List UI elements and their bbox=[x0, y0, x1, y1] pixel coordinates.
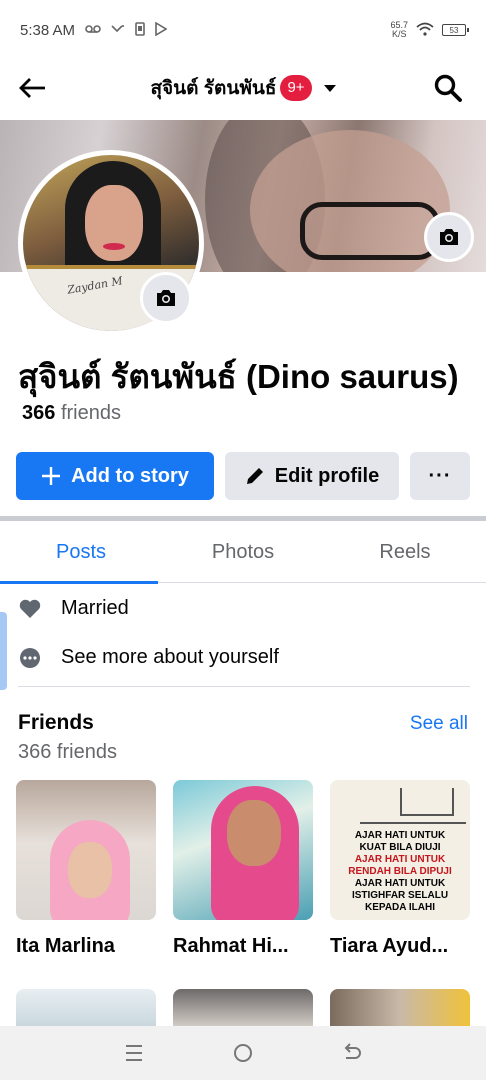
see-more-about-row[interactable]: See more about yourself bbox=[0, 633, 486, 682]
friends-section-title: Friends bbox=[18, 711, 94, 734]
friend-photo bbox=[173, 780, 313, 920]
more-icon: ··· bbox=[428, 464, 452, 487]
battery-icon: 53 bbox=[442, 24, 469, 36]
network-speed: 65.7 K/S bbox=[390, 21, 408, 39]
friend-photo: AJAR HATI UNTUK KUAT BILA DIUJI AJAR HAT… bbox=[330, 780, 470, 920]
friend-card[interactable] bbox=[330, 989, 470, 1029]
friend-name: Rahmat Hi... bbox=[173, 935, 289, 957]
add-to-story-button[interactable]: Add to story bbox=[16, 452, 214, 500]
camera-icon bbox=[440, 229, 458, 245]
tab-reels[interactable]: Reels bbox=[324, 521, 486, 583]
relationship-status: Married bbox=[61, 597, 129, 619]
plus-icon bbox=[42, 467, 61, 485]
play-store-icon bbox=[155, 21, 168, 39]
intro-divider bbox=[18, 686, 470, 687]
more-options-button[interactable]: ··· bbox=[410, 452, 470, 500]
search-icon bbox=[434, 74, 462, 102]
profile-name: สุจินต์ รัตนพันธ์ (Dino saurus) bbox=[18, 358, 459, 395]
friend-card[interactable] bbox=[16, 989, 156, 1029]
home-button[interactable] bbox=[223, 1033, 263, 1073]
return-icon bbox=[344, 1043, 361, 1059]
friend-photo bbox=[16, 780, 156, 920]
tab-photos[interactable]: Photos bbox=[162, 521, 324, 583]
header-title: สุจินต์ รัตนพันธ์ bbox=[150, 78, 277, 99]
battery-level: 53 bbox=[449, 25, 459, 35]
add-to-story-label: Add to story bbox=[71, 464, 189, 487]
recent-apps-button[interactable] bbox=[114, 1033, 154, 1073]
voicemail-icon bbox=[85, 24, 101, 37]
edit-avatar-button[interactable] bbox=[140, 272, 192, 324]
heart-icon bbox=[18, 597, 42, 621]
friend-card[interactable]: Rahmat Hi... bbox=[173, 780, 313, 958]
chevron-down-icon bbox=[323, 84, 336, 92]
profile-page: 5:38 AM 65.7 K/S 53 สุจินต์ รัตนพันธ์ 9+… bbox=[0, 0, 486, 1080]
home-circle-icon bbox=[233, 1044, 252, 1062]
relationship-row: Married bbox=[0, 584, 486, 633]
friends-count: 366 bbox=[22, 402, 56, 424]
profile-tabs: Posts Photos Reels bbox=[0, 521, 486, 584]
back-nav-button[interactable] bbox=[332, 1033, 372, 1073]
wifi-icon bbox=[416, 22, 434, 38]
friend-name: Ita Marlina bbox=[16, 935, 115, 957]
status-bar: 5:38 AM 65.7 K/S 53 bbox=[0, 0, 486, 60]
friend-card[interactable]: Ita Marlina bbox=[16, 780, 156, 958]
menu-icon bbox=[126, 1045, 143, 1061]
more-circle-icon bbox=[18, 646, 42, 670]
sim-icon bbox=[135, 21, 145, 39]
search-button[interactable] bbox=[432, 72, 464, 104]
intro-section: Married See more about yourself bbox=[0, 584, 486, 682]
back-arrow-icon bbox=[19, 78, 45, 98]
status-time: 5:38 AM bbox=[20, 21, 76, 39]
profile-actions: Add to story Edit profile ··· bbox=[16, 452, 470, 500]
friend-card[interactable] bbox=[173, 989, 313, 1029]
notification-badge: 9+ bbox=[280, 75, 312, 101]
friend-card[interactable]: AJAR HATI UNTUK KUAT BILA DIUJI AJAR HAT… bbox=[330, 780, 470, 958]
friends-section-count: 366 friends bbox=[18, 741, 117, 763]
see-more-about-label: See more about yourself bbox=[61, 646, 279, 668]
poster-text: AJAR HATI UNTUK KUAT BILA DIUJI AJAR HAT… bbox=[348, 830, 452, 913]
see-all-friends-link[interactable]: See all bbox=[410, 713, 468, 735]
profile-switcher[interactable]: สุจินต์ รัตนพันธ์ 9+ bbox=[150, 73, 336, 103]
camera-icon bbox=[157, 290, 175, 306]
friends-count-line[interactable]: 366 friends bbox=[22, 402, 121, 425]
top-app-bar: สุจินต์ รัตนพันธ์ 9+ bbox=[0, 60, 486, 116]
friend-name: Tiara Ayud... bbox=[330, 935, 449, 957]
net-speed-unit: K/S bbox=[391, 29, 407, 39]
system-nav-bar bbox=[0, 1026, 486, 1080]
edit-profile-label: Edit profile bbox=[274, 464, 380, 487]
back-button[interactable] bbox=[16, 72, 48, 104]
edit-cover-button[interactable] bbox=[424, 212, 474, 262]
edit-profile-button[interactable]: Edit profile bbox=[225, 452, 399, 500]
pencil-icon bbox=[246, 468, 263, 484]
missed-call-icon bbox=[111, 23, 125, 38]
tab-posts[interactable]: Posts bbox=[0, 521, 162, 584]
friends-label: friends bbox=[60, 402, 121, 424]
